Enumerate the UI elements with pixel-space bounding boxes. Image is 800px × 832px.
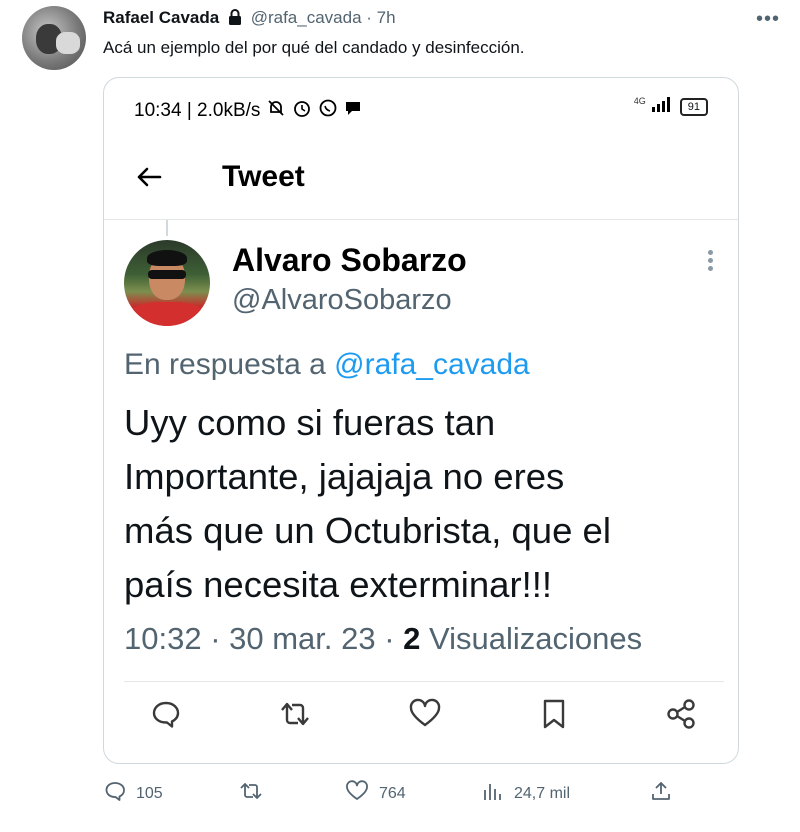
quoted-action-bar	[104, 698, 738, 738]
retweet-icon	[239, 780, 263, 807]
network-type: 4G	[633, 95, 646, 106]
status-indicators: 4G 91	[634, 96, 708, 117]
author-name[interactable]: Rafael Cavada	[103, 8, 219, 27]
bookmark-icon	[540, 698, 568, 735]
whatsapp-icon	[318, 98, 338, 124]
avatar-figure	[56, 32, 80, 54]
avatar-figure	[130, 302, 204, 326]
share-button[interactable]	[650, 780, 672, 807]
quoted-author-handle: @AlvaroSobarzo	[232, 284, 452, 316]
reply-count: 105	[136, 784, 163, 802]
actions-divider	[124, 681, 724, 682]
reply-prefix: En respuesta a	[124, 348, 326, 381]
more-options-icon[interactable]: •••	[756, 8, 780, 31]
attached-image[interactable]: 10:34 | 2.0kB/s 4G 91 Tweet Alvaro Sobar…	[103, 77, 739, 764]
body-line: más que un Octubrista, que el	[124, 510, 611, 551]
reply-handle-link: @rafa_cavada	[334, 348, 530, 381]
share-icon	[664, 698, 698, 735]
views-label: Visualizaciones	[420, 621, 643, 656]
body-line: Importante, jajajaja no eres	[124, 456, 565, 497]
chat-bubble-icon	[344, 99, 362, 123]
retweet-button[interactable]	[239, 780, 263, 807]
reply-icon	[150, 698, 182, 735]
battery-level: 91	[679, 97, 708, 116]
views-button[interactable]: 24,7 mil	[482, 780, 570, 807]
vertical-dots-icon	[708, 250, 714, 274]
bell-muted-icon	[266, 98, 286, 124]
post-text: Acá un ejemplo del por qué del candado y…	[103, 38, 525, 57]
reply-to-line: En respuesta a @rafa_cavada	[124, 348, 530, 382]
nav-divider	[104, 219, 738, 220]
quoted-timestamp: 10:32 · 30 mar. 23 ·	[124, 621, 404, 656]
status-bar: 10:34 | 2.0kB/s	[134, 98, 362, 124]
avatar-figure	[147, 250, 187, 266]
author-handle[interactable]: @rafa_cavada	[251, 8, 362, 27]
heart-icon	[408, 698, 442, 735]
body-line: Uyy como si fueras tan	[124, 402, 496, 443]
views-count: 24,7 mil	[514, 784, 571, 802]
like-count: 764	[379, 784, 406, 802]
signal-icon	[651, 96, 674, 117]
like-button[interactable]: 764	[345, 780, 406, 807]
post-header: Rafael Cavada @rafa_cavada · 7h	[103, 8, 396, 30]
tweet-nav: Tweet	[104, 158, 738, 220]
status-time: 10:34 | 2.0kB/s	[134, 100, 261, 121]
upload-icon	[650, 780, 672, 807]
quoted-author-avatar	[124, 240, 210, 326]
views-count: 2	[403, 621, 421, 656]
analytics-icon	[482, 780, 504, 807]
reply-icon	[104, 780, 126, 807]
alarm-icon	[292, 98, 312, 124]
avatar-figure	[148, 270, 186, 279]
body-line: país necesita exterminar!!!	[124, 564, 553, 605]
nav-title: Tweet	[222, 160, 305, 193]
meta-separator: ·	[366, 8, 372, 27]
post-time[interactable]: 7h	[377, 8, 396, 27]
heart-icon	[345, 780, 369, 807]
author-avatar[interactable]	[22, 6, 86, 70]
thread-line	[166, 220, 168, 236]
quoted-body: Uyy como si fueras tan Importante, jajaj…	[124, 396, 724, 612]
quoted-author-name: Alvaro Sobarzo	[232, 242, 467, 278]
retweet-icon	[278, 698, 312, 735]
reply-button[interactable]: 105	[104, 780, 163, 807]
quoted-meta: 10:32 · 30 mar. 23 · 2 Visualizaciones	[124, 621, 642, 657]
back-arrow-icon	[134, 158, 164, 200]
post-action-bar: 105 764 24,7 mil	[0, 780, 800, 810]
lock-icon	[228, 9, 242, 30]
